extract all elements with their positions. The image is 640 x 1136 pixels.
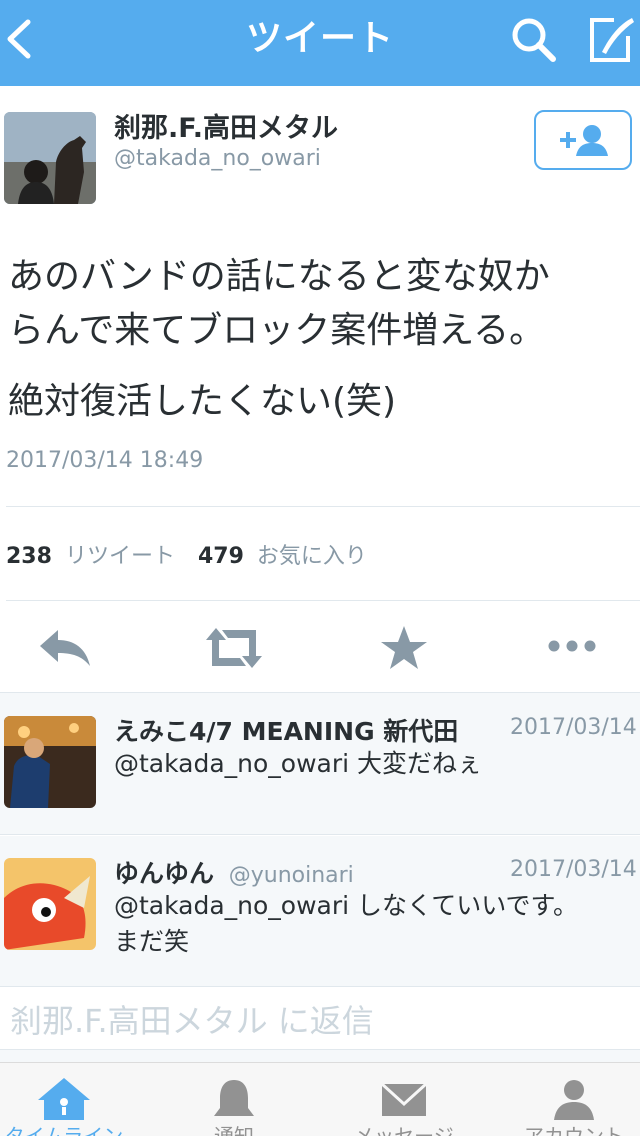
tab-label: タイムライン [4,1124,124,1136]
retweet-icon [206,628,262,668]
retweet-label[interactable]: リツイート [65,544,175,569]
divider [6,506,640,507]
envelope-icon [380,1082,428,1116]
tweet-text-line: らんで来てブロック案件増える。 [8,310,546,351]
reply-text-line: まだ笑 [114,927,190,956]
more-button[interactable] [544,622,604,674]
reply-date: 2017/03/14 [510,715,637,740]
person-icon [554,1080,594,1120]
reply-avatar[interactable] [4,858,96,950]
reply-avatar-image [4,858,96,950]
favorite-button[interactable] [374,622,434,674]
reply-button[interactable] [36,622,96,674]
compose-tweet-button[interactable] [584,14,636,66]
chevron-left-icon [7,19,31,59]
star-icon [381,626,427,669]
tweet-text: あのバンドの話になると変な奴か らんで来てブロック案件増える。 [8,250,628,358]
author-avatar[interactable] [4,112,96,204]
tweet-timestamp: 2017/03/14 18:49 [6,448,204,473]
reply-text-line: @takada_no_owari 大変だねぇ [114,749,483,778]
reply-avatar-image [4,716,96,808]
tweet-text-line: 絶対復活したくない(笑) [8,381,397,422]
reply-author-handle[interactable]: @yunoinari [229,863,354,888]
tab-notifications[interactable]: 通知 [154,1062,314,1136]
tweet-stats: 238 リツイート 479 お気に入り [6,538,367,570]
reply-author-name[interactable]: えみこ4/7 MEANING 新代田 [114,712,458,748]
more-dots-icon [548,640,596,652]
compose-icon [590,18,634,62]
reply-text-line: @takada_no_owari しなくていいです。 [114,891,579,920]
tab-account[interactable]: アカウント [494,1062,640,1136]
author-name[interactable]: 刹那.F.高田メタル [114,106,338,145]
retweet-button[interactable] [204,622,264,674]
reply-text: @takada_no_owari 大変だねぇ [114,746,482,782]
author-avatar-image [4,112,96,204]
tab-label: アカウント [524,1124,624,1136]
tweet-text-line: あのバンドの話になると変な奴か [8,256,550,297]
tab-label: 通知 [214,1124,254,1136]
reply-author-name[interactable]: ゆんゆん @yunoinari [114,854,354,890]
tab-label: メッセージ [354,1124,454,1136]
divider [6,600,640,601]
tab-messages[interactable]: メッセージ [324,1062,484,1136]
reply-input-placeholder[interactable]: 刹那.F.高田メタル に返信 [10,996,374,1042]
retweet-count[interactable]: 238 [6,544,52,569]
follow-button[interactable] [534,110,632,170]
tab-timeline[interactable]: タイムライン [0,1062,144,1136]
reply-icon [40,630,90,666]
reply-author-display-name[interactable]: ゆんゆん [114,859,214,888]
favorite-count[interactable]: 479 [198,544,244,569]
reply-date: 2017/03/14 [510,857,637,882]
search-button[interactable] [508,14,560,66]
home-icon [38,1078,90,1120]
back-button[interactable] [2,14,42,64]
divider [0,834,640,835]
favorite-label[interactable]: お気に入り [257,544,367,569]
reply-text: @takada_no_owari しなくていいです。 まだ笑 [114,888,578,960]
divider [0,692,640,693]
bell-icon [214,1080,254,1116]
reply-avatar[interactable] [4,716,96,808]
search-icon [512,18,556,62]
add-user-icon [560,125,608,156]
author-handle[interactable]: @takada_no_owari [114,146,321,171]
